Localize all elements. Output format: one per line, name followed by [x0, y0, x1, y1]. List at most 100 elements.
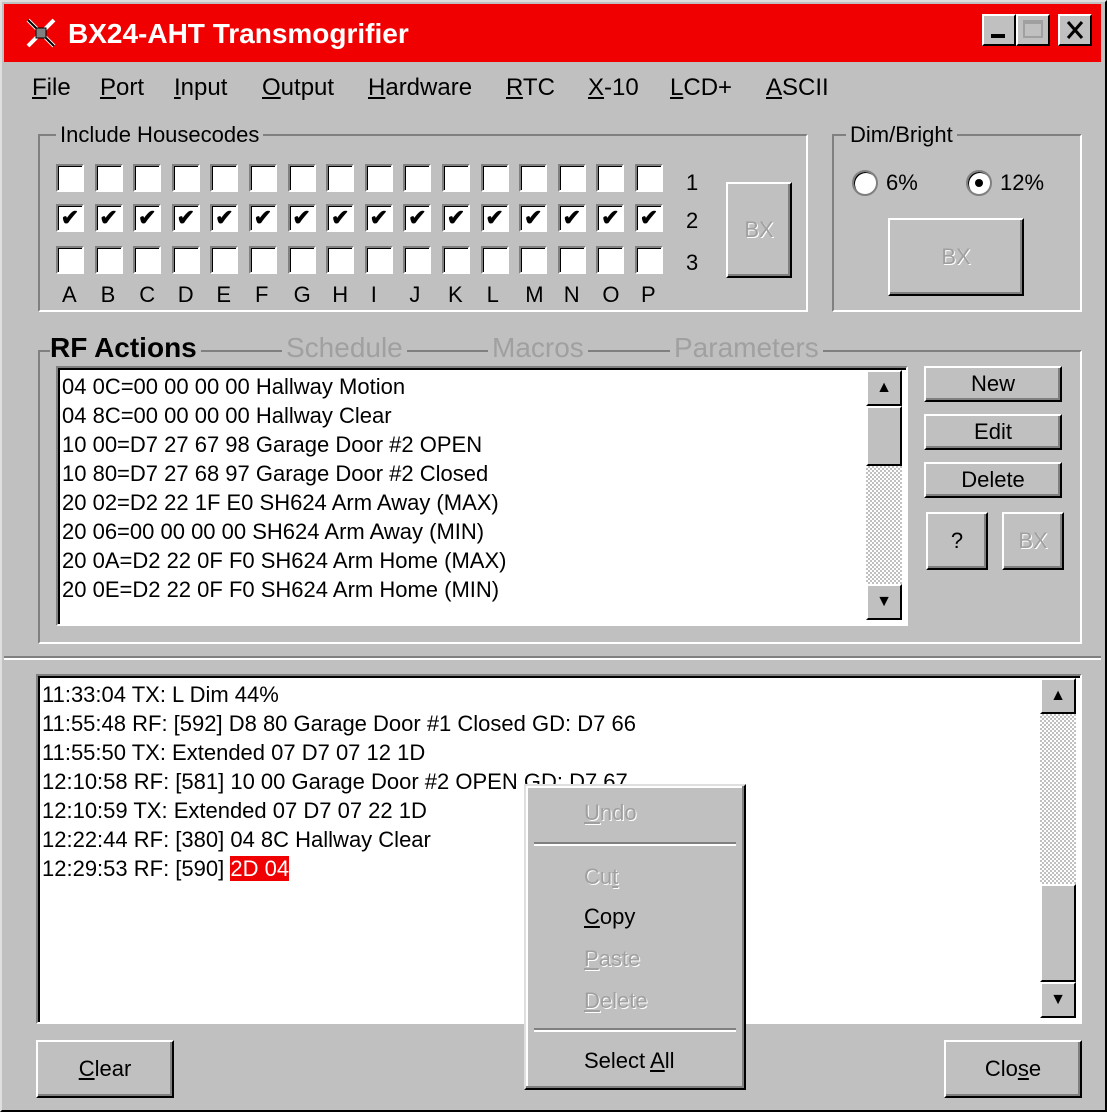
app-icon[interactable]	[24, 16, 58, 50]
housecode-checkbox-b1[interactable]	[94, 164, 123, 192]
housecode-checkbox-f3[interactable]	[249, 246, 277, 274]
housecode-checkbox-k1[interactable]	[442, 164, 470, 192]
housecode-checkbox-c3[interactable]	[133, 246, 162, 274]
housecode-checkbox-h1[interactable]	[326, 164, 355, 192]
rf-action-item[interactable]: 20 0A=D2 22 0F F0 SH624 Arm Home (MAX)	[62, 546, 862, 575]
tab-parameters[interactable]: Parameters	[670, 332, 823, 364]
housecode-checkbox-e1[interactable]	[210, 164, 239, 192]
housecode-checkbox-k3[interactable]	[442, 246, 470, 274]
menu-lcd[interactable]: LCD+	[670, 74, 732, 102]
menu-file[interactable]: File	[32, 74, 71, 102]
housecode-checkbox-m2[interactable]: ✔	[519, 204, 548, 232]
close-button[interactable]	[1058, 14, 1092, 46]
housecode-checkbox-e3[interactable]	[210, 246, 239, 274]
context-select-all[interactable]: Select All	[584, 1048, 675, 1074]
menu-hardware[interactable]: Hardware	[368, 74, 472, 102]
housecode-checkbox-o3[interactable]	[596, 246, 625, 274]
housecode-checkbox-l2[interactable]: ✔	[480, 204, 509, 232]
housecode-checkbox-d3[interactable]	[171, 246, 200, 274]
rf-action-item[interactable]: 20 06=00 00 00 00 SH624 Arm Away (MIN)	[62, 517, 862, 546]
radio-6-percent[interactable]	[852, 170, 878, 196]
log-line: 11:55:50 TX: Extended 07 D7 07 12 1D	[42, 740, 426, 765]
help-button[interactable]: ?	[926, 512, 988, 570]
tab-schedule[interactable]: Schedule	[282, 332, 407, 364]
menu-ascii[interactable]: ASCII	[766, 74, 829, 102]
housecode-checkbox-n3[interactable]	[557, 246, 586, 274]
housecode-checkbox-c2[interactable]: ✔	[133, 204, 162, 232]
housecode-checkbox-m3[interactable]	[519, 246, 548, 274]
housecode-checkbox-a3[interactable]	[56, 246, 84, 274]
housecode-checkbox-o2[interactable]: ✔	[596, 204, 625, 232]
housecode-checkbox-d2[interactable]: ✔	[171, 204, 200, 232]
housecode-checkbox-k2[interactable]: ✔	[442, 204, 470, 232]
log-scroll-up-button[interactable]: ▲	[1040, 678, 1076, 714]
housecode-checkbox-b2[interactable]: ✔	[94, 204, 123, 232]
edit-button[interactable]: Edit	[924, 414, 1062, 450]
menu-output[interactable]: Output	[262, 74, 334, 102]
housecode-checkbox-h3[interactable]	[326, 246, 355, 274]
housecode-checkbox-o1[interactable]	[596, 164, 625, 192]
housecode-checkbox-j3[interactable]	[403, 246, 432, 274]
housecode-checkbox-p2[interactable]: ✔	[635, 204, 663, 232]
new-button[interactable]: New	[924, 366, 1062, 402]
housecode-checkbox-h2[interactable]: ✔	[326, 204, 355, 232]
housecode-checkbox-l1[interactable]	[480, 164, 509, 192]
rf-scroll-down-button[interactable]: ▼	[866, 584, 902, 620]
rf-scroll-thumb[interactable]	[866, 406, 902, 466]
housecode-checkbox-j1[interactable]	[403, 164, 432, 192]
housecode-checkbox-f1[interactable]	[249, 164, 277, 192]
context-cut[interactable]: Cut	[584, 864, 618, 890]
rf-scroll-up-button[interactable]: ▲	[866, 370, 902, 406]
menu-x10[interactable]: X-10	[588, 74, 639, 102]
housecode-checkbox-i2[interactable]: ✔	[364, 204, 393, 232]
housecode-checkbox-d1[interactable]	[171, 164, 200, 192]
housecode-checkbox-a1[interactable]	[56, 164, 84, 192]
delete-button[interactable]: Delete	[924, 462, 1062, 498]
rf-action-item[interactable]: 04 8C=00 00 00 00 Hallway Clear	[62, 401, 862, 430]
housecode-checkbox-f2[interactable]: ✔	[249, 204, 277, 232]
dimbright-bx-button[interactable]: BX	[888, 218, 1024, 296]
housecode-checkbox-n1[interactable]	[557, 164, 586, 192]
log-scroll-down-button[interactable]: ▼	[1040, 982, 1076, 1018]
rf-action-item[interactable]: 04 0C=00 00 00 00 Hallway Motion	[62, 372, 862, 401]
rf-action-item[interactable]: 10 00=D7 27 67 98 Garage Door #2 OPEN	[62, 430, 862, 459]
maximize-button[interactable]	[1016, 14, 1050, 46]
context-paste[interactable]: Paste	[584, 946, 640, 972]
radio-12-percent[interactable]	[966, 170, 992, 196]
context-undo[interactable]: Undo	[584, 800, 637, 826]
housecode-checkbox-i3[interactable]	[364, 246, 393, 274]
housecode-checkbox-g2[interactable]: ✔	[287, 204, 316, 232]
column-label-a: A	[62, 282, 77, 307]
log-scroll-thumb[interactable]	[1040, 884, 1076, 982]
context-delete[interactable]: Delete	[584, 988, 648, 1014]
context-copy[interactable]: Copy	[584, 904, 635, 930]
rf-bx-button[interactable]: BX	[1002, 512, 1064, 570]
housecode-checkbox-b3[interactable]	[94, 246, 123, 274]
housecode-checkbox-p3[interactable]	[635, 246, 663, 274]
log-selected-text[interactable]: 2D 04	[230, 856, 290, 881]
housecode-checkbox-l3[interactable]	[480, 246, 509, 274]
tab-macros[interactable]: Macros	[488, 332, 588, 364]
rf-action-item[interactable]: 10 80=D7 27 68 97 Garage Door #2 Closed	[62, 459, 862, 488]
tab-rf-actions[interactable]: RF Actions	[50, 332, 201, 364]
housecode-checkbox-j2[interactable]: ✔	[403, 204, 432, 232]
close-icon	[1066, 21, 1084, 39]
housecode-checkbox-i1[interactable]	[364, 164, 393, 192]
housecode-checkbox-a2[interactable]: ✔	[56, 204, 84, 232]
menu-port[interactable]: Port	[100, 74, 144, 102]
rf-action-item[interactable]: 20 02=D2 22 1F E0 SH624 Arm Away (MAX)	[62, 488, 862, 517]
housecode-checkbox-e2[interactable]: ✔	[210, 204, 239, 232]
menu-input[interactable]: Input	[174, 74, 227, 102]
rf-action-item[interactable]: 20 0E=D2 22 0F F0 SH624 Arm Home (MIN)	[62, 575, 862, 604]
housecode-checkbox-p1[interactable]	[635, 164, 663, 192]
housecode-checkbox-c1[interactable]	[133, 164, 162, 192]
housecode-checkbox-g3[interactable]	[287, 246, 316, 274]
menu-rtc[interactable]: RTC	[506, 74, 555, 102]
minimize-button[interactable]	[982, 14, 1016, 46]
housecodes-bx-button[interactable]: BX	[726, 182, 792, 278]
close-dialog-button[interactable]: Close	[944, 1040, 1082, 1098]
clear-button[interactable]: Clear	[36, 1040, 174, 1098]
housecode-checkbox-g1[interactable]	[287, 164, 316, 192]
housecode-checkbox-m1[interactable]	[519, 164, 548, 192]
housecode-checkbox-n2[interactable]: ✔	[557, 204, 586, 232]
